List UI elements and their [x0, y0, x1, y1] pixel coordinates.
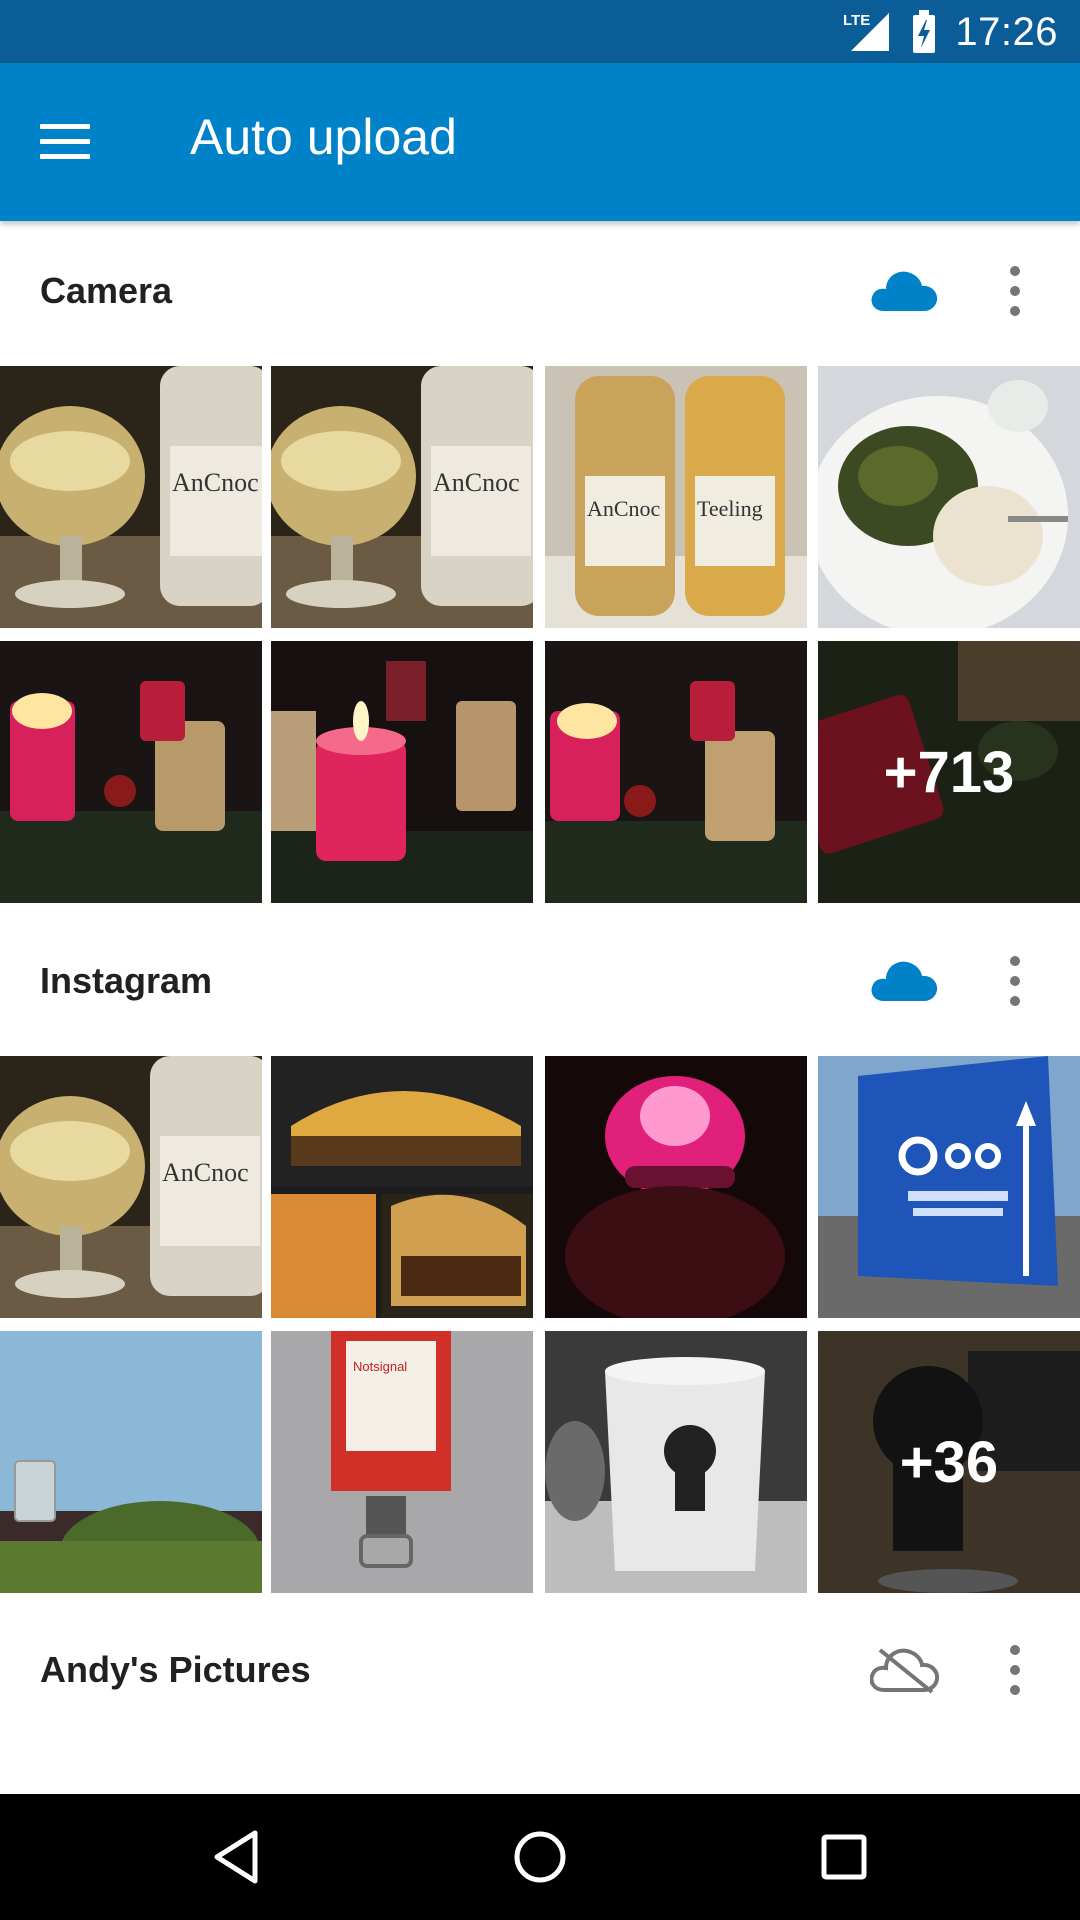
- thumbnail[interactable]: AnCnoc: [271, 366, 533, 628]
- folder-title: Andy's Pictures: [40, 1649, 311, 1690]
- folder-header-andys-pictures: Andy's Pictures: [0, 1600, 1080, 1740]
- recents-square-icon[interactable]: [811, 1824, 877, 1890]
- status-bar: LTE 17:26: [0, 0, 1080, 63]
- thumbnail[interactable]: [271, 1056, 533, 1318]
- svg-text:AnCnoc: AnCnoc: [433, 468, 520, 497]
- folder-title: Instagram: [40, 960, 213, 1001]
- more-count-badge: +713: [818, 641, 1080, 903]
- thumbnail[interactable]: [818, 1056, 1080, 1318]
- thumbnail-more-camera[interactable]: +713: [818, 641, 1080, 903]
- cloud-icon[interactable]: [870, 267, 940, 315]
- thumbnail[interactable]: AnCnoc: [0, 1056, 262, 1318]
- folder-title: Camera: [40, 270, 173, 311]
- thumbnail[interactable]: Notsignal: [271, 1331, 533, 1593]
- thumbnail[interactable]: [0, 1331, 262, 1593]
- more-vertical-icon[interactable]: [1000, 956, 1030, 1006]
- svg-text:AnCnoc: AnCnoc: [587, 496, 661, 521]
- hamburger-icon[interactable]: [40, 111, 104, 171]
- battery-charging-icon: [913, 10, 936, 53]
- back-triangle-icon[interactable]: [203, 1824, 269, 1890]
- more-vertical-icon[interactable]: [1000, 266, 1030, 316]
- thumbnail[interactable]: [818, 366, 1080, 628]
- thumbnail[interactable]: [271, 641, 533, 903]
- thumbnail[interactable]: [545, 641, 807, 903]
- lte-signal-icon: LTE: [843, 12, 890, 51]
- more-vertical-icon[interactable]: [1000, 1645, 1030, 1695]
- svg-text:AnCnoc: AnCnoc: [172, 468, 259, 497]
- svg-text:Teeling: Teeling: [697, 496, 763, 521]
- svg-text:Notsignal: Notsignal: [353, 1359, 407, 1374]
- thumbnail-more-instagram[interactable]: +36: [818, 1331, 1080, 1593]
- thumbnail[interactable]: AnCnoc Teeling: [545, 366, 807, 628]
- folder-header-instagram: Instagram: [0, 911, 1080, 1051]
- page-title: Auto upload: [190, 109, 457, 165]
- cloud-icon[interactable]: [870, 957, 940, 1005]
- svg-text:AnCnoc: AnCnoc: [162, 1158, 249, 1187]
- thumbnail[interactable]: [545, 1056, 807, 1318]
- cloud-off-icon[interactable]: [869, 1646, 940, 1694]
- navigation-bar: [0, 1794, 1080, 1920]
- thumbnail[interactable]: [0, 641, 262, 903]
- network-type: LTE: [843, 12, 870, 29]
- home-circle-icon[interactable]: [507, 1824, 573, 1890]
- clock: 17:26: [955, 9, 1058, 54]
- app-bar: Auto upload: [0, 63, 1080, 221]
- folder-header-camera: Camera: [0, 221, 1080, 361]
- thumbnail[interactable]: AnCnoc: [0, 366, 262, 628]
- more-count-badge: +36: [818, 1331, 1080, 1593]
- thumbnail[interactable]: [545, 1331, 807, 1593]
